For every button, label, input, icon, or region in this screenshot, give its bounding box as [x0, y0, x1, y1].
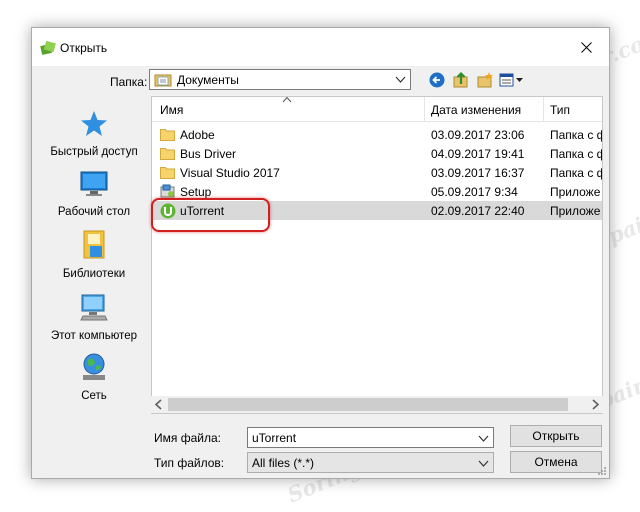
libraries-icon [83, 230, 105, 259]
folder-icon [160, 167, 175, 179]
file-type: Приложе [550, 204, 601, 218]
star-icon [81, 111, 107, 136]
computer-icon [80, 294, 108, 321]
chevron-down-icon [395, 76, 406, 83]
file-type: Приложе [550, 185, 601, 199]
close-icon [580, 41, 592, 53]
desktop-icon [80, 171, 108, 196]
file-date: 04.09.2017 19:41 [431, 147, 525, 161]
place-this-pc[interactable]: Этот компьютер [40, 292, 148, 344]
file-name: Adobe [180, 128, 215, 142]
place-desktop[interactable]: Рабочий стол [40, 170, 148, 220]
filename-value: uTorrent [252, 431, 297, 445]
file-row[interactable]: Adobe 03.09.2017 23:06 Папка с ф [152, 125, 603, 144]
back-arrow-icon [429, 72, 445, 88]
network-icon [83, 353, 105, 380]
file-name: Setup [180, 185, 212, 199]
column-divider[interactable] [424, 97, 425, 121]
up-folder-button[interactable] [450, 69, 472, 91]
new-folder-button[interactable] [474, 69, 496, 91]
filetype-label: Тип файлов: [154, 456, 225, 470]
scroll-right-icon[interactable] [590, 399, 600, 410]
place-label: Быстрый доступ [50, 146, 138, 158]
cancel-button[interactable]: Отмена [510, 451, 602, 473]
window-title: Открыть [60, 41, 108, 55]
documents-folder-icon [154, 74, 172, 87]
file-name: Bus Driver [180, 147, 237, 161]
scrollbar-thumb[interactable] [168, 398, 568, 411]
horizontal-scrollbar[interactable] [151, 396, 603, 413]
setup-icon [160, 184, 175, 198]
filetype-value: All files (*.*) [252, 456, 315, 470]
open-file-dialog: Открыть Папка: Документы Быстрый доступ … [31, 27, 610, 479]
folder-icon [160, 148, 175, 160]
file-date: 03.09.2017 23:06 [431, 128, 525, 142]
file-type: Папка с ф [550, 147, 603, 161]
places-bar: Быстрый доступ Рабочий стол Библиотеки Э… [40, 96, 148, 416]
place-quick-access[interactable]: Быстрый доступ [40, 110, 148, 160]
filename-label: Имя файла: [154, 431, 221, 445]
folder-icon [160, 129, 175, 141]
resize-grip-icon[interactable] [597, 466, 607, 476]
up-folder-icon [453, 71, 468, 88]
filetype-select[interactable]: All files (*.*) [247, 452, 494, 473]
file-name: Visual Studio 2017 [180, 166, 280, 180]
place-network[interactable]: Сеть [40, 352, 148, 404]
scroll-left-icon[interactable] [154, 399, 164, 410]
place-libraries[interactable]: Библиотеки [40, 230, 148, 282]
file-date: 02.09.2017 22:40 [431, 204, 525, 218]
column-header: Имя Дата изменения Тип [152, 97, 602, 122]
close-button[interactable] [563, 28, 609, 66]
file-date: 03.09.2017 16:37 [431, 166, 525, 180]
file-row[interactable]: Bus Driver 04.09.2017 19:41 Папка с ф [152, 144, 603, 163]
file-row[interactable]: Visual Studio 2017 03.09.2017 16:37 Папк… [152, 163, 603, 182]
file-type: Папка с ф [550, 166, 603, 180]
place-label: Библиотеки [62, 268, 126, 280]
file-date: 05.09.2017 9:34 [431, 185, 518, 199]
chevron-down-icon[interactable] [478, 433, 489, 444]
view-menu-icon [499, 73, 523, 87]
lookin-combo[interactable]: Документы [149, 69, 411, 90]
filename-input[interactable]: uTorrent [247, 427, 494, 448]
file-list[interactable]: Имя Дата изменения Тип Adobe 03.09.2017 … [151, 96, 603, 414]
back-button[interactable] [426, 69, 448, 91]
new-folder-icon [477, 72, 493, 88]
title-bar[interactable]: Открыть [32, 28, 609, 66]
app-icon [40, 40, 56, 55]
lookin-label: Папка: [110, 75, 148, 89]
column-type[interactable]: Тип [550, 103, 570, 117]
column-divider[interactable] [543, 97, 544, 121]
column-name[interactable]: Имя [160, 103, 183, 117]
place-label: Сеть [81, 390, 107, 402]
view-menu-button[interactable] [498, 69, 526, 91]
highlight-annotation [151, 198, 270, 232]
place-label: Этот компьютер [51, 330, 137, 342]
lookin-value: Документы [177, 73, 239, 87]
column-date[interactable]: Дата изменения [431, 103, 521, 117]
sort-up-icon [282, 97, 292, 103]
chevron-down-icon [478, 460, 489, 467]
file-type: Папка с ф [550, 128, 603, 142]
place-label: Рабочий стол [57, 206, 131, 218]
open-button[interactable]: Открыть [510, 425, 602, 447]
